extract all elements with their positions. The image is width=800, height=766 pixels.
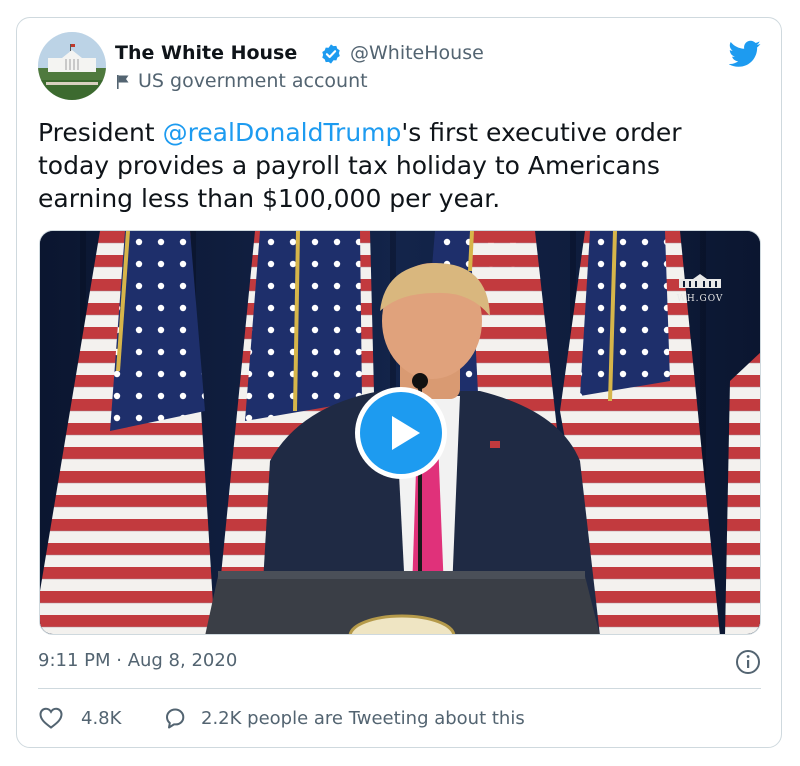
conversation-count: 2.2K people are Tweeting about this <box>201 707 525 729</box>
author-name[interactable]: The White House <box>115 42 297 64</box>
play-icon <box>392 416 420 450</box>
conversation-link[interactable]: 2.2K people are Tweeting about this <box>163 703 525 733</box>
government-flag-icon <box>117 75 129 89</box>
watermark-text: WH.GOV <box>676 294 724 304</box>
play-button-circle <box>360 392 442 474</box>
video-player[interactable]: WH.GOV <box>39 230 761 635</box>
like-button[interactable]: 4.8K <box>39 703 121 733</box>
twitter-bird-icon[interactable] <box>729 40 761 68</box>
divider <box>38 688 761 689</box>
heart-icon <box>39 707 63 729</box>
info-icon[interactable] <box>735 649 761 675</box>
like-count: 4.8K <box>81 707 122 729</box>
verified-badge-icon <box>322 44 340 64</box>
white-house-avatar-image <box>38 32 106 100</box>
speech-bubble-icon <box>166 708 185 729</box>
embedded-tweet-card[interactable]: The White House @WhiteHouse US governmen… <box>16 17 782 748</box>
author-handle[interactable]: @WhiteHouse <box>350 42 484 64</box>
author-avatar[interactable] <box>38 32 106 100</box>
tweet-text-prefix: President <box>38 118 163 147</box>
tweet-timestamp[interactable]: 9:11 PM · Aug 8, 2020 <box>38 650 237 671</box>
tweet-text: President @realDonaldTrump's first execu… <box>38 116 758 215</box>
government-account-label: US government account <box>138 70 368 92</box>
mention-link[interactable]: @realDonaldTrump <box>163 118 402 147</box>
white-house-logo-icon <box>679 274 721 288</box>
wh-gov-watermark: WH.GOV <box>670 273 730 304</box>
play-button[interactable] <box>355 387 447 479</box>
